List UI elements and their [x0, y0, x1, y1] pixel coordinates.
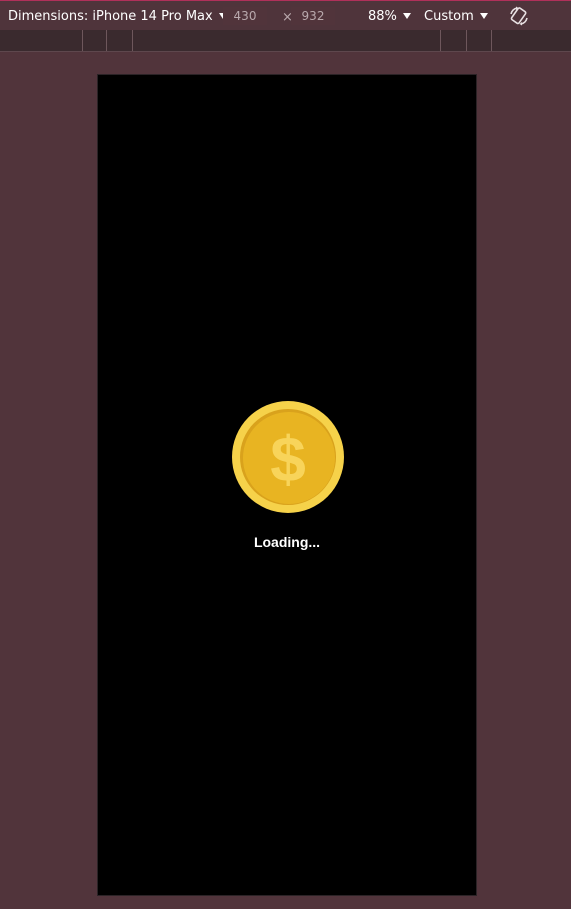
chevron-down-icon — [402, 12, 411, 19]
device-dimensions-label: Dimensions: iPhone 14 Pro Max — [8, 9, 213, 24]
media-query-bar — [0, 30, 571, 52]
devtools-device-toolbar: Dimensions: iPhone 14 Pro Max 430 × 932 … — [0, 0, 571, 30]
media-query-marker[interactable] — [82, 30, 83, 51]
loading-text: Loading... — [253, 534, 321, 550]
device-screen: $ Loading... — [97, 74, 477, 896]
device-dimensions-dropdown[interactable]: Dimensions: iPhone 14 Pro Max — [8, 9, 227, 24]
media-query-marker[interactable] — [106, 30, 107, 51]
zoom-value: 88% — [368, 9, 397, 24]
rotate-device-icon[interactable] — [508, 5, 530, 27]
throttling-value: Custom — [424, 9, 474, 24]
media-query-marker[interactable] — [132, 30, 133, 51]
svg-text:$: $ — [270, 423, 306, 495]
width-input[interactable]: 430 — [223, 7, 267, 25]
height-input[interactable]: 932 — [291, 7, 335, 25]
throttling-dropdown[interactable]: Custom — [424, 9, 488, 24]
dollar-coin-icon: $ — [232, 401, 344, 513]
media-query-marker[interactable] — [466, 30, 467, 51]
chevron-down-icon — [479, 12, 488, 19]
media-query-marker[interactable] — [491, 30, 492, 51]
zoom-dropdown[interactable]: 88% — [368, 9, 411, 24]
media-query-marker[interactable] — [440, 30, 441, 51]
